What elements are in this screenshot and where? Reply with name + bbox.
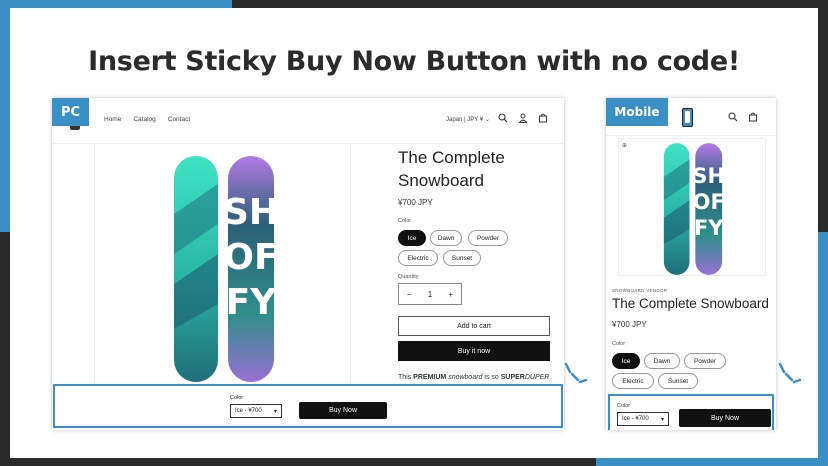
mobile-color-ice[interactable]: Ice [612,353,640,369]
headline: Insert Sticky Buy Now Button with no cod… [88,46,740,77]
sticky-variant-select[interactable]: Ice - ¥700 ▾ [230,404,282,418]
desc-text: is so [482,374,501,381]
mobile-color-sunset[interactable]: Sunset [658,373,698,389]
chevron-down-icon: ▾ [660,416,664,423]
sticky-select-value: Ice - ¥700 [235,408,262,414]
mobile-color-label: Color [612,341,626,347]
color-option-ice[interactable]: Ice [398,230,426,246]
quantity-value: 1 [427,289,433,299]
color-option-powder[interactable]: Powder [468,230,508,246]
mobile-product-price: ¥700 JPY [612,320,647,329]
svg-text:SH: SH [692,164,725,188]
promo-canvas: Insert Sticky Buy Now Button with no cod… [10,8,818,458]
quantity-label: Quantity [398,274,419,280]
color-option-electric[interactable]: Electric [398,250,438,266]
sticky-buy-now-button[interactable]: Buy Now [299,402,387,419]
product-vendor: SNOWBOARD VENDOR [612,288,668,293]
color-option-dawn[interactable]: Dawn [430,230,462,246]
sticky-color-label: Color [617,403,631,409]
store-logo [70,126,80,130]
mobile-header-icons [728,112,758,125]
mobile-tag: Mobile [606,98,668,126]
sticky-color-label: Color [230,395,244,401]
desc-bold: PREMIUM [413,374,447,381]
pc-preview: PC Home Catalog Contact Japan | JPY ¥ ⌄ [52,98,564,430]
phone-icon [682,108,693,127]
mobile-color-electric[interactable]: Electric [612,373,654,389]
mobile-product-title: The Complete Snowboard [612,296,769,311]
product-title: The Complete Snowboard [398,148,505,190]
search-icon[interactable] [728,112,738,125]
desc-italic: snowboard [448,374,483,381]
corner-accent-bottom-right [596,458,828,466]
header-icons [498,113,548,127]
cart-icon[interactable] [538,113,548,127]
minus-icon[interactable]: − [407,290,412,299]
mobile-color-dawn[interactable]: Dawn [644,353,680,369]
product-image-snowboards: SH OF FY [170,154,279,384]
sticky-variant-select[interactable]: Ice - ¥700 ▾ [617,412,669,426]
sticky-buy-bar-mobile: Color Ice - ¥700 ▾ Buy Now [608,394,774,430]
mobile-preview: Mobile ⊕ SH OF FY SNOWBOARD VENDOR The C… [606,98,776,430]
search-icon[interactable] [498,113,508,127]
color-option-sunset[interactable]: Sunset [443,250,481,266]
sticky-select-value: Ice - ¥700 [622,416,649,422]
desc-italic: DUPER [524,374,550,381]
main-nav: Home Catalog Contact [104,116,190,123]
locale-selector[interactable]: Japan | JPY ¥ ⌄ [446,116,490,123]
header-divider [52,143,564,144]
plus-icon[interactable]: + [448,290,453,299]
nav-contact[interactable]: Contact [168,116,190,123]
buy-it-now-button[interactable]: Buy it now [398,341,550,361]
chevron-down-icon: ⌄ [484,117,490,123]
highlight-marks-icon [564,362,588,384]
mobile-header-divider [606,135,776,136]
zoom-icon[interactable]: ⊕ [622,142,627,149]
gallery-divider-right [350,144,351,384]
corner-accent-top-left [0,0,232,8]
sticky-buy-now-button[interactable]: Buy Now [679,409,771,427]
quantity-stepper[interactable]: − 1 + [398,283,462,305]
side-accent-right [818,232,828,466]
svg-text:OF: OF [693,190,725,214]
product-description: This PREMIUM snowboard is so SUPERDUPER [398,374,549,381]
highlight-marks-icon [778,362,802,384]
svg-text:FY: FY [226,282,278,323]
mobile-color-powder[interactable]: Powder [684,353,726,369]
account-icon[interactable] [518,113,528,127]
locale-label: Japan | JPY ¥ [446,117,484,123]
pc-tag: PC [52,98,89,126]
nav-catalog[interactable]: Catalog [133,116,155,123]
product-price: ¥700 JPY [398,198,433,207]
svg-text:OF: OF [223,237,278,278]
cart-icon[interactable] [748,112,758,125]
svg-text:FY: FY [694,216,724,240]
sticky-buy-bar-pc: Color Ice - ¥700 ▾ Buy Now [53,384,563,428]
chevron-down-icon: ▾ [273,408,277,415]
desc-bold: SUPER [500,374,525,381]
side-accent-left [0,8,10,232]
svg-text:SH: SH [223,192,278,233]
mobile-product-image: SH OF FY [654,142,732,276]
desc-text: This [398,374,414,381]
color-label: Color [398,218,412,224]
gallery-divider-left [94,144,95,384]
add-to-cart-button[interactable]: Add to cart [398,316,550,336]
nav-home[interactable]: Home [104,116,121,123]
